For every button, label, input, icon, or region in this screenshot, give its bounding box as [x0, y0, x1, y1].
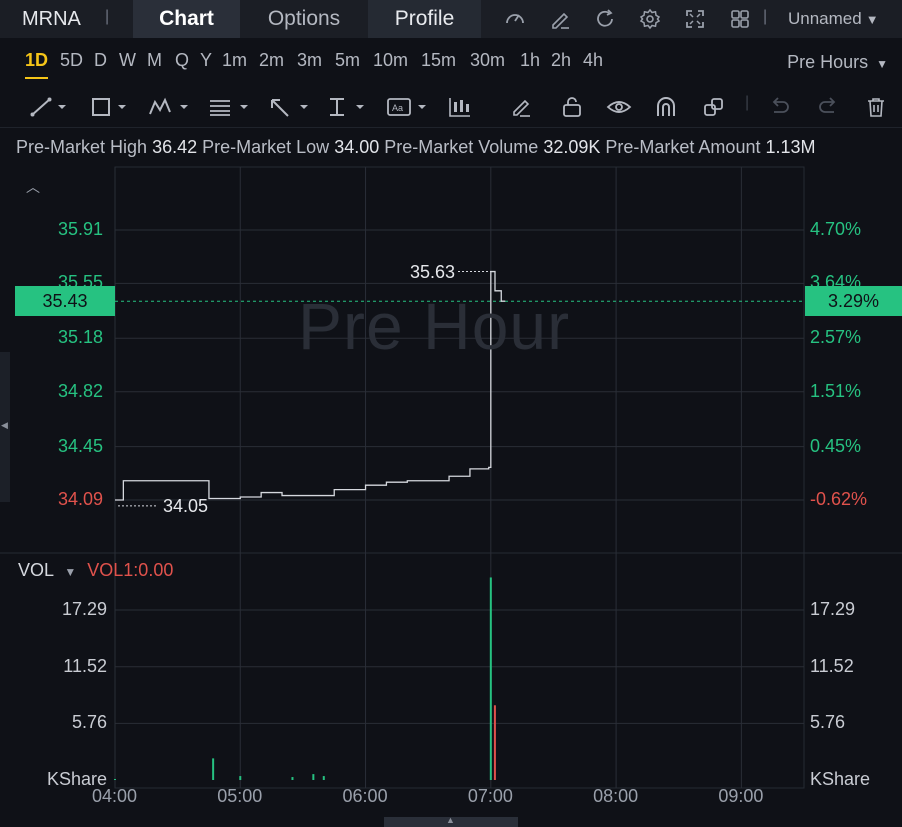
time-axis-label: 08:00 — [593, 786, 639, 806]
price-axis-label: 35.18 — [58, 327, 104, 348]
chart-canvas[interactable] — [0, 0, 902, 827]
bottom-panel-handle[interactable]: ▲ — [384, 815, 518, 827]
volume-bar — [239, 776, 242, 780]
volume-axis-label: KShare — [810, 769, 871, 789]
volume-bar — [114, 779, 116, 780]
collapse-chevron-icon[interactable]: ︿ — [26, 177, 40, 197]
volume-bar — [212, 758, 215, 780]
caret-down-icon: ▼ — [64, 565, 77, 579]
volume-axis-label: 11.52 — [63, 655, 107, 676]
time-axis-label: 04:00 — [92, 786, 138, 806]
volume-bar — [493, 705, 496, 780]
volume-label: VOL — [18, 560, 54, 580]
volume-axis-label: 17.29 — [61, 599, 107, 619]
volume-bar — [291, 777, 294, 780]
percent-axis-label: 1.51% — [810, 380, 862, 401]
current-change-tag: 3.29% — [805, 286, 902, 316]
session-watermark: Pre Hour — [298, 289, 571, 363]
percent-axis-label: 4.70% — [810, 219, 862, 239]
volume-indicator: VOL1:0.00 — [87, 560, 174, 580]
high-marker-label: 35.63 — [410, 262, 456, 282]
price-axis-label: 34.82 — [58, 380, 104, 401]
volume-axis-label: 11.52 — [810, 655, 854, 676]
price-axis-label: 34.45 — [58, 435, 104, 456]
time-axis-label: 05:00 — [217, 786, 263, 806]
current-price-tag: 35.43 — [15, 286, 115, 316]
time-axis-label: 06:00 — [342, 786, 388, 806]
time-axis-label: 09:00 — [718, 786, 764, 806]
time-axis-label: 07:00 — [467, 786, 513, 806]
volume-axis-label: 5.76 — [810, 712, 846, 733]
side-panel-handle[interactable]: ◀ — [0, 352, 10, 502]
percent-axis-label: 2.57% — [810, 327, 862, 348]
volume-bar — [489, 577, 492, 780]
plot-frame — [114, 166, 805, 789]
volume-bar — [312, 774, 315, 780]
caret-left-icon: ◀ — [1, 420, 8, 430]
percent-axis-label: 0.45% — [810, 435, 862, 456]
volume-axis-label: 17.29 — [810, 599, 856, 619]
volume-axis-label: 5.76 — [71, 712, 107, 733]
volume-legend[interactable]: VOL ▼ VOL1:0.00 — [18, 560, 173, 581]
price-axis-label: 34.09 — [58, 489, 104, 509]
percent-axis-label: -0.62% — [810, 489, 868, 509]
price-axis-label: 35.91 — [58, 219, 104, 239]
low-marker-label: 34.05 — [163, 496, 209, 516]
volume-bar — [322, 776, 325, 780]
caret-up-icon: ▲ — [446, 815, 455, 825]
